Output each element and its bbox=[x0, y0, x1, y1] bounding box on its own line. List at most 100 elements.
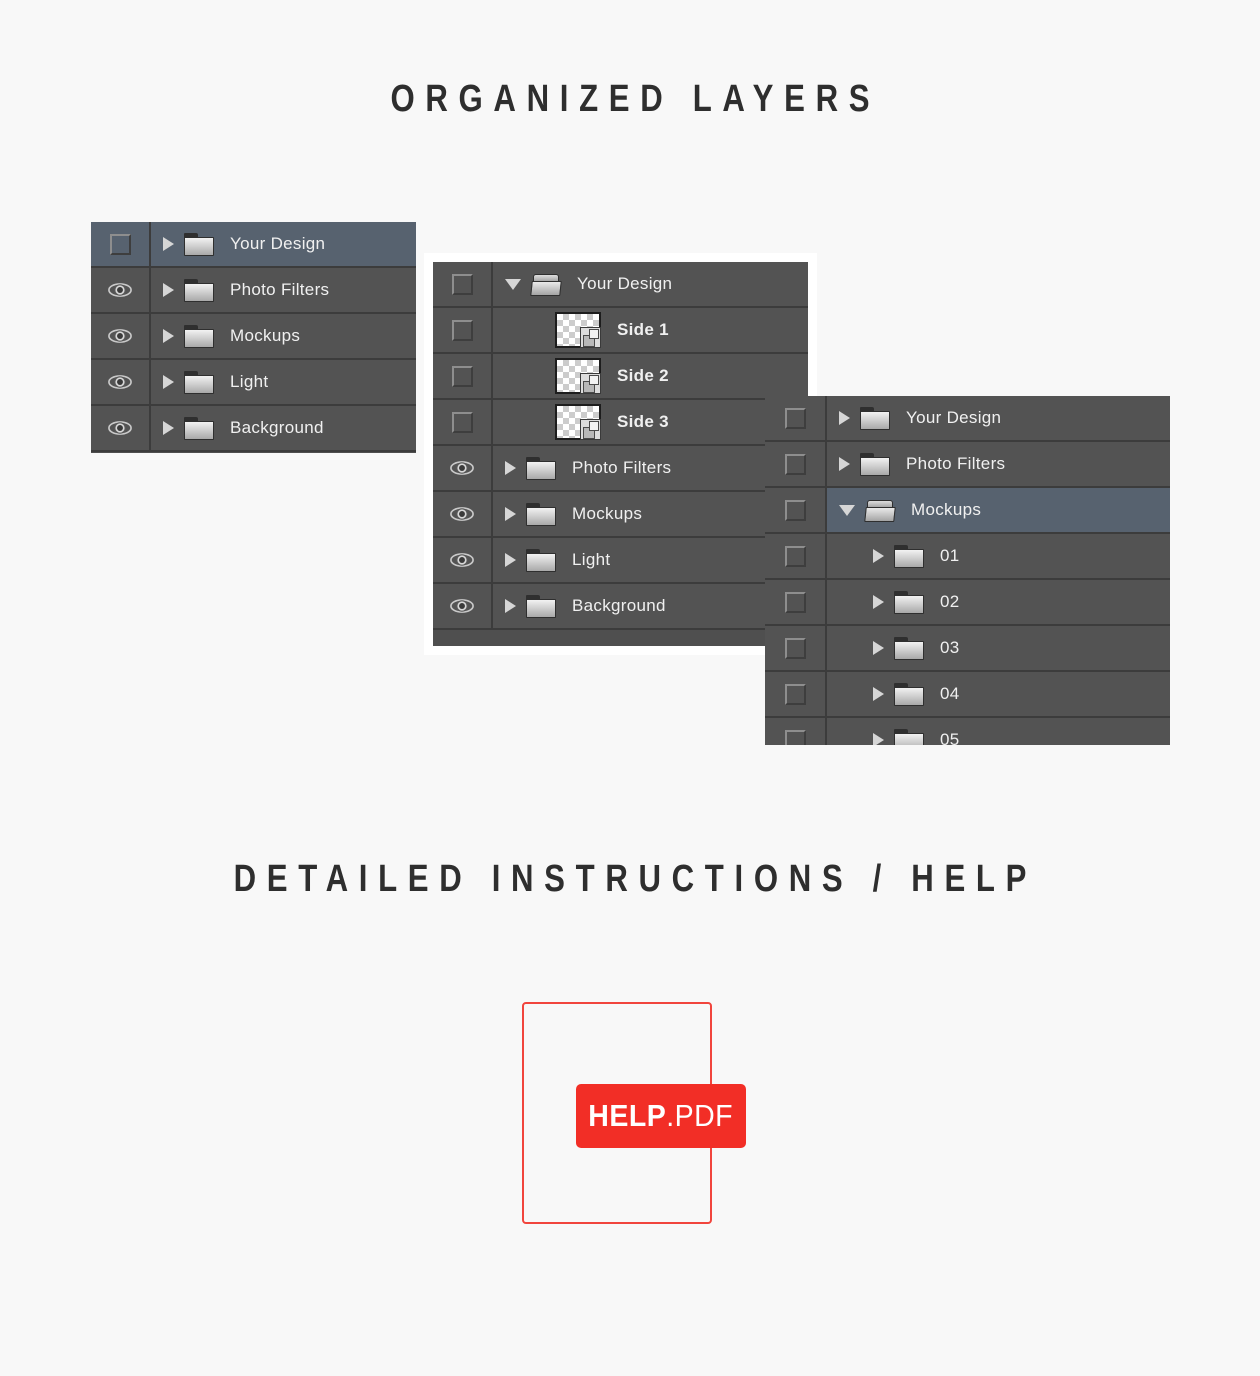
visibility-toggle-cell[interactable] bbox=[91, 360, 151, 404]
visibility-toggle-cell[interactable] bbox=[433, 584, 493, 628]
triangle-right-icon[interactable] bbox=[873, 733, 884, 745]
layer-row-body[interactable]: Side 3 bbox=[493, 400, 808, 444]
checkbox-empty-icon[interactable] bbox=[784, 499, 806, 521]
layer-row-body[interactable]: 01 bbox=[827, 534, 1170, 578]
layer-row-body[interactable]: Your Design bbox=[493, 262, 808, 306]
layers-panel-back[interactable]: Your Design Photo Filters Mockups Light Back… bbox=[91, 222, 416, 453]
checkbox-empty-icon[interactable] bbox=[784, 683, 806, 705]
layer-row-body[interactable]: Background bbox=[151, 406, 416, 450]
layer-row[interactable]: 05 bbox=[827, 718, 1170, 745]
layers-panel-expanded-mockups[interactable]: Your Design Photo Filters Mockups 01 02 03 04 0… bbox=[765, 396, 1170, 745]
triangle-right-icon[interactable] bbox=[873, 641, 884, 655]
visibility-toggle-cell[interactable] bbox=[765, 672, 827, 718]
visibility-toggle-cell[interactable] bbox=[433, 538, 493, 582]
triangle-right-icon[interactable] bbox=[163, 421, 174, 435]
visibility-toggle-cell[interactable] bbox=[765, 534, 827, 580]
layer-row[interactable]: Side 1 bbox=[433, 308, 808, 354]
layer-row[interactable]: 01 bbox=[827, 534, 1170, 580]
layer-row-body[interactable]: Side 1 bbox=[493, 308, 808, 352]
smart-object-thumbnail[interactable] bbox=[555, 404, 601, 440]
visibility-toggle-cell[interactable] bbox=[91, 268, 151, 312]
visibility-toggle-cell[interactable] bbox=[433, 308, 493, 352]
layer-row-body[interactable]: Mockups bbox=[493, 492, 808, 536]
layer-row-body[interactable]: Background bbox=[493, 584, 808, 628]
layer-row-body[interactable]: Mockups bbox=[151, 314, 416, 358]
eye-icon[interactable] bbox=[108, 374, 132, 390]
layer-row[interactable]: Light bbox=[91, 360, 416, 406]
layer-row[interactable]: Mockups bbox=[433, 492, 808, 538]
triangle-right-icon[interactable] bbox=[505, 507, 516, 521]
layer-row[interactable]: Side 2 bbox=[433, 354, 808, 400]
layer-row-body[interactable]: Photo Filters bbox=[151, 268, 416, 312]
triangle-right-icon[interactable] bbox=[839, 457, 850, 471]
triangle-right-icon[interactable] bbox=[873, 595, 884, 609]
layer-row[interactable]: Light bbox=[433, 538, 808, 584]
layer-row-body[interactable]: Your Design bbox=[827, 396, 1170, 440]
triangle-right-icon[interactable] bbox=[505, 599, 516, 613]
triangle-right-icon[interactable] bbox=[873, 687, 884, 701]
triangle-right-icon[interactable] bbox=[163, 283, 174, 297]
layer-row-body[interactable]: Light bbox=[493, 538, 808, 582]
visibility-toggle-cell[interactable] bbox=[91, 406, 151, 450]
checkbox-empty-icon[interactable] bbox=[784, 407, 806, 429]
triangle-right-icon[interactable] bbox=[163, 375, 174, 389]
visibility-toggle-cell[interactable] bbox=[433, 354, 493, 398]
layer-row[interactable]: 04 bbox=[827, 672, 1170, 718]
triangle-right-icon[interactable] bbox=[873, 549, 884, 563]
visibility-toggle-cell[interactable] bbox=[765, 442, 827, 488]
layer-row-body[interactable]: 02 bbox=[827, 580, 1170, 624]
triangle-right-icon[interactable] bbox=[163, 329, 174, 343]
visibility-toggle-cell[interactable] bbox=[765, 626, 827, 672]
eye-icon[interactable] bbox=[450, 598, 474, 614]
layer-row-body[interactable]: Your Design bbox=[151, 222, 416, 266]
layer-row-body[interactable]: Photo Filters bbox=[493, 446, 808, 490]
layer-row-body[interactable]: 03 bbox=[827, 626, 1170, 670]
layer-row-body[interactable]: Photo Filters bbox=[827, 442, 1170, 486]
layer-row-body[interactable]: Side 2 bbox=[493, 354, 808, 398]
checkbox-empty-icon[interactable] bbox=[784, 545, 806, 567]
layer-row[interactable]: Photo Filters bbox=[91, 268, 416, 314]
eye-icon[interactable] bbox=[108, 282, 132, 298]
layer-row-body[interactable]: 04 bbox=[827, 672, 1170, 716]
eye-icon[interactable] bbox=[108, 420, 132, 436]
layer-row[interactable]: Your Design bbox=[827, 396, 1170, 442]
layer-row[interactable]: Your Design bbox=[433, 262, 808, 308]
visibility-toggle-cell[interactable] bbox=[433, 446, 493, 490]
layer-row[interactable]: Mockups bbox=[827, 488, 1170, 534]
triangle-right-icon[interactable] bbox=[505, 461, 516, 475]
smart-object-thumbnail[interactable] bbox=[555, 358, 601, 394]
visibility-toggle-cell[interactable] bbox=[91, 222, 151, 266]
smart-object-thumbnail[interactable] bbox=[555, 312, 601, 348]
checkbox-empty-icon[interactable] bbox=[784, 729, 806, 745]
layer-row-body[interactable]: Mockups bbox=[827, 488, 1170, 532]
layer-row[interactable]: Photo Filters bbox=[433, 446, 808, 492]
layer-row[interactable]: Background bbox=[91, 406, 416, 452]
layer-row[interactable]: 03 bbox=[827, 626, 1170, 672]
visibility-toggle-cell[interactable] bbox=[765, 488, 827, 534]
checkbox-empty-icon[interactable] bbox=[784, 591, 806, 613]
eye-icon[interactable] bbox=[450, 552, 474, 568]
layer-row[interactable]: Photo Filters bbox=[827, 442, 1170, 488]
triangle-down-icon[interactable] bbox=[839, 504, 855, 516]
checkbox-empty-icon[interactable] bbox=[109, 233, 131, 255]
layer-row[interactable]: Side 3 bbox=[433, 400, 808, 446]
layers-panel-expanded-your-design[interactable]: Your Design Side 1 Side 2 Side 3 Photo Filte… bbox=[424, 253, 817, 655]
eye-icon[interactable] bbox=[450, 506, 474, 522]
layer-row-body[interactable]: Light bbox=[151, 360, 416, 404]
layer-row[interactable]: Mockups bbox=[91, 314, 416, 360]
visibility-toggle-cell[interactable] bbox=[433, 400, 493, 444]
layer-row[interactable]: Background bbox=[433, 584, 808, 630]
checkbox-empty-icon[interactable] bbox=[451, 411, 473, 433]
layer-row[interactable]: 02 bbox=[827, 580, 1170, 626]
layer-row-body[interactable]: 05 bbox=[827, 718, 1170, 745]
layer-row[interactable]: Your Design bbox=[91, 222, 416, 268]
help-pdf-graphic[interactable]: HELP.PDF bbox=[522, 1002, 746, 1224]
checkbox-empty-icon[interactable] bbox=[451, 319, 473, 341]
eye-icon[interactable] bbox=[108, 328, 132, 344]
visibility-toggle-cell[interactable] bbox=[91, 314, 151, 358]
visibility-toggle-cell[interactable] bbox=[765, 396, 827, 442]
visibility-toggle-cell[interactable] bbox=[433, 262, 493, 306]
checkbox-empty-icon[interactable] bbox=[784, 453, 806, 475]
visibility-toggle-cell[interactable] bbox=[765, 718, 827, 745]
triangle-right-icon[interactable] bbox=[163, 237, 174, 251]
